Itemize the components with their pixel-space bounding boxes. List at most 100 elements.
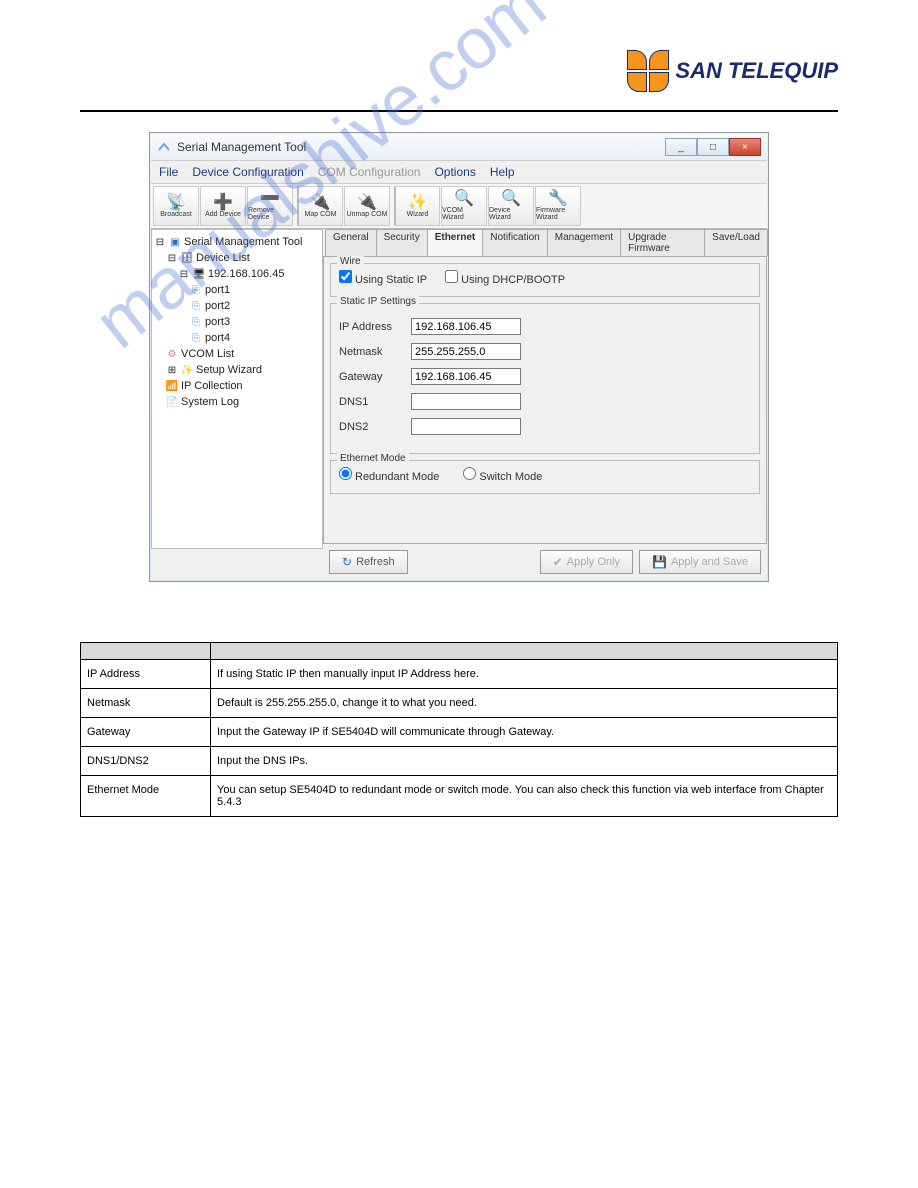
window-title: Serial Management Tool: [177, 140, 306, 154]
firmware-wizard-icon: 🔧: [548, 191, 568, 207]
map-com-button[interactable]: 🔌Map COM: [297, 186, 343, 226]
plus-icon[interactable]: ⊞: [166, 364, 178, 376]
tab-notification[interactable]: Notification: [482, 229, 547, 256]
maximize-button[interactable]: □: [697, 138, 729, 156]
tab-ethernet[interactable]: Ethernet: [427, 229, 484, 256]
apply-save-button[interactable]: 💾Apply and Save: [639, 550, 761, 574]
titlebar[interactable]: Serial Management Tool _ □ ×: [151, 134, 767, 160]
logo-text: SAN TELEQUIP: [675, 58, 838, 84]
table-row: GatewayInput the Gateway IP if SE5404D w…: [81, 718, 838, 747]
ip-address-label: IP Address: [339, 321, 411, 333]
device-wizard-button[interactable]: 🔍Device Wizard: [488, 186, 534, 226]
menu-device-config[interactable]: Device Configuration: [192, 165, 303, 179]
switch-mode-radio-label[interactable]: Switch Mode: [463, 467, 542, 483]
add-device-button[interactable]: ➕Add Device: [200, 186, 246, 226]
close-button[interactable]: ×: [729, 138, 761, 156]
tab-management[interactable]: Management: [547, 229, 621, 256]
logo-icon: [627, 50, 669, 92]
vcom-wizard-button[interactable]: 🔍VCOM Wizard: [441, 186, 487, 226]
tree-device-ip[interactable]: 192.168.106.45: [208, 268, 284, 280]
minus-icon[interactable]: ⊟: [154, 236, 166, 248]
apply-only-button[interactable]: ✔Apply Only: [540, 550, 633, 574]
menu-com-config: COM Configuration: [318, 165, 421, 179]
content-panel: General Security Ethernet Notification M…: [323, 229, 767, 580]
toolbar: 📡Broadcast ➕Add Device ➖Remove Device 🔌M…: [151, 184, 767, 229]
app-window: Serial Management Tool _ □ × File Device…: [149, 132, 769, 582]
ethernet-mode-legend: Ethernet Mode: [337, 453, 409, 464]
wizard-button[interactable]: ✨Wizard: [394, 186, 440, 226]
port-icon: ⎘: [190, 332, 202, 344]
ethernet-panel: Wire Using Static IP Using DHCP/BOOTP St…: [323, 256, 767, 544]
minimize-button[interactable]: _: [665, 138, 697, 156]
table-header-0: [81, 643, 211, 660]
menu-file[interactable]: File: [159, 165, 178, 179]
dns2-label: DNS2: [339, 421, 411, 433]
dns1-input[interactable]: [411, 393, 521, 410]
ip-address-input[interactable]: [411, 318, 521, 335]
menu-help[interactable]: Help: [490, 165, 515, 179]
tab-security[interactable]: Security: [376, 229, 428, 256]
system-log-icon: 📄: [166, 396, 178, 408]
remove-device-button[interactable]: ➖Remove Device: [247, 186, 293, 226]
ethernet-mode-group: Ethernet Mode Redundant Mode Switch Mode: [330, 460, 760, 494]
add-device-icon: ➕: [213, 195, 233, 211]
tab-save-load[interactable]: Save/Load: [704, 229, 768, 256]
tree-vcom-list[interactable]: VCOM List: [181, 348, 234, 360]
unmap-com-button[interactable]: 🔌Unmap COM: [344, 186, 390, 226]
tree-ip-collection[interactable]: IP Collection: [181, 380, 243, 392]
wire-legend: Wire: [337, 256, 364, 267]
using-dhcp-checkbox-label[interactable]: Using DHCP/BOOTP: [445, 270, 565, 286]
footer-buttons: ↻Refresh ✔Apply Only 💾Apply and Save: [323, 544, 767, 580]
using-dhcp-checkbox[interactable]: [445, 270, 458, 283]
table-row: NetmaskDefault is 255.255.255.0, change …: [81, 689, 838, 718]
wizard-icon: ✨: [408, 195, 428, 211]
redundant-mode-radio-label[interactable]: Redundant Mode: [339, 467, 439, 483]
refresh-button[interactable]: ↻Refresh: [329, 550, 408, 574]
gateway-label: Gateway: [339, 371, 411, 383]
tree-system-log[interactable]: System Log: [181, 396, 239, 408]
netmask-label: Netmask: [339, 346, 411, 358]
tab-upgrade-firmware[interactable]: Upgrade Firmware: [620, 229, 705, 256]
header-rule: [80, 110, 838, 112]
folder-icon: ▣: [169, 236, 181, 248]
port-icon: ⎘: [190, 284, 202, 296]
static-ip-group: Static IP Settings IP Address Netmask Ga…: [330, 303, 760, 454]
tree-port2[interactable]: port2: [205, 300, 230, 312]
netmask-input[interactable]: [411, 343, 521, 360]
using-static-ip-checkbox-label[interactable]: Using Static IP: [339, 270, 427, 286]
device-list-icon: 🗄: [181, 252, 193, 264]
dns2-input[interactable]: [411, 418, 521, 435]
tree-port4[interactable]: port4: [205, 332, 230, 344]
parameter-table: IP AddressIf using Static IP then manual…: [80, 642, 838, 817]
minus-icon[interactable]: ⊟: [178, 268, 190, 280]
table-row: IP AddressIf using Static IP then manual…: [81, 660, 838, 689]
menu-options[interactable]: Options: [434, 165, 475, 179]
minus-icon[interactable]: ⊟: [166, 252, 178, 264]
device-wizard-icon: 🔍: [501, 191, 521, 207]
unmap-com-icon: 🔌: [357, 195, 377, 211]
tree-port3[interactable]: port3: [205, 316, 230, 328]
tree-device-list[interactable]: Device List: [196, 252, 250, 264]
switch-mode-radio[interactable]: [463, 467, 476, 480]
apply-icon: ✔: [553, 555, 563, 569]
tab-general[interactable]: General: [325, 229, 377, 256]
device-tree[interactable]: ⊟▣Serial Management Tool ⊟🗄Device List ⊟…: [151, 229, 323, 549]
redundant-mode-radio[interactable]: [339, 467, 352, 480]
gateway-input[interactable]: [411, 368, 521, 385]
port-icon: ⎘: [190, 316, 202, 328]
firmware-wizard-button[interactable]: 🔧Firmware Wizard: [535, 186, 581, 226]
setup-wizard-icon: ✨: [181, 364, 193, 376]
table-row: Ethernet ModeYou can setup SE5404D to re…: [81, 776, 838, 817]
vcom-icon: ⚙: [166, 348, 178, 360]
remove-device-icon: ➖: [260, 191, 280, 207]
table-row: DNS1/DNS2Input the DNS IPs.: [81, 747, 838, 776]
app-icon: [157, 140, 171, 154]
tree-port1[interactable]: port1: [205, 284, 230, 296]
map-com-icon: 🔌: [311, 195, 331, 211]
tree-setup-wizard[interactable]: Setup Wizard: [196, 364, 262, 376]
menubar: File Device Configuration COM Configurat…: [151, 160, 767, 184]
using-static-ip-checkbox[interactable]: [339, 270, 352, 283]
broadcast-button[interactable]: 📡Broadcast: [153, 186, 199, 226]
table-header-1: [211, 643, 838, 660]
tree-root[interactable]: Serial Management Tool: [184, 236, 302, 248]
